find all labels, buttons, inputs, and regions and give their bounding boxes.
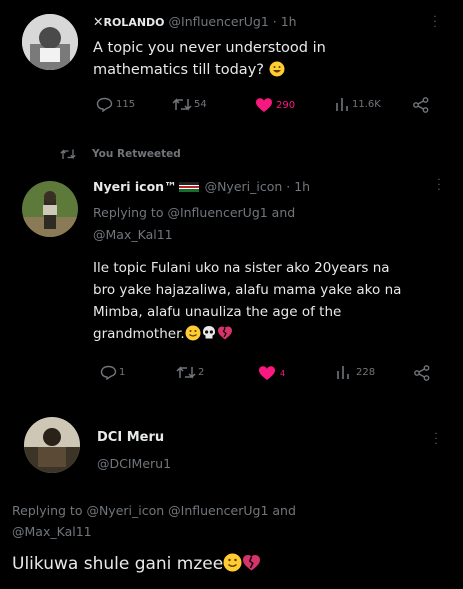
tweet2-header: Nyeri icon™ @Nyeri_icon · 1h [93,179,310,194]
retweet-banner-label: You Retweeted [92,148,181,160]
avatar-image [22,181,78,237]
replying-to-line[interactable]: Replying to @InfluencerUg1 and [93,202,295,224]
avatar-nyeri-icon[interactable] [22,181,78,237]
tweet3-replying-to: Replying to @Nyeri_icon @InfluencerUg1 a… [12,500,296,542]
heart-icon [256,98,272,112]
tweet2-author-name[interactable]: Nyeri icon™ [93,179,177,194]
like-count: 290 [276,99,296,111]
retweet-icon [172,98,192,111]
broken-heart-emoji-icon [217,326,232,340]
retweet-banner: You Retweeted [60,148,181,160]
kenya-flag-icon [178,181,199,192]
avatar-image [24,417,80,473]
tweet1-author-name[interactable]: ROLANDO [103,16,164,29]
avatar-dci-meru[interactable] [24,417,80,473]
smile-emoji-icon [223,553,242,572]
grin-emoji-icon [269,61,285,77]
avatar-rolando[interactable] [22,14,78,70]
views-count: 11.6K [352,99,381,110]
like-button[interactable]: 290 [255,97,295,113]
like-count: 4 [280,368,286,378]
reply-button[interactable]: 1 [100,365,125,380]
retweet-icon [176,366,196,379]
tweet3-text: Ulikuwa shule gani mzee [12,553,261,574]
tweet2-handle-time[interactable]: @Nyeri_icon · 1h [205,179,311,194]
views-icon [337,366,349,379]
views-button[interactable]: 228 [336,365,375,380]
reply-count: 115 [116,99,136,110]
share-button[interactable] [413,97,429,113]
reply-count: 1 [119,367,126,378]
broken-heart-emoji-icon [243,555,261,571]
replying-to-line[interactable]: Replying to @Nyeri_icon @InfluencerUg1 a… [12,500,296,521]
share-icon [413,97,429,113]
heart-icon [259,366,275,380]
tweet3-text-content: Ulikuwa shule gani mzee [12,554,224,574]
more-dots-icon[interactable]: · · · [436,176,442,196]
retweet-button[interactable]: 54 [172,97,207,112]
tweet2-text-line-4: grandmother. [93,323,401,345]
tweet1-header: ✕ROLANDO @InfluencerUg1 · 1h [93,14,297,29]
tweet3-author-name[interactable]: DCI Meru [97,430,164,445]
tweet2-replying-to: Replying to @InfluencerUg1 and @Max_Kal1… [93,202,295,246]
smile-emoji-icon [185,325,201,341]
tweet2-text: Ile topic Fulani uko na sister ako 20yea… [93,257,401,345]
avatar-image [22,14,78,70]
views-icon [336,98,348,111]
reply-icon [100,365,117,380]
like-button[interactable]: 4 [258,365,285,381]
views-count: 228 [356,367,376,378]
skull-emoji-icon [202,326,215,339]
share-button[interactable] [414,365,430,381]
views-button[interactable]: 11.6K [335,97,381,112]
more-dots-icon[interactable]: · · · [433,430,439,450]
tweet2-text-line: Ile topic Fulani uko na sister ako 20yea… [93,260,390,276]
tweet1-text-line: A topic you never understood in [93,40,326,56]
retweet-icon [60,149,76,160]
reply-button[interactable]: 115 [96,97,135,112]
retweet-count: 54 [194,99,207,110]
tweet2-text-line: Mimba, alafu unauliza the age of the [93,304,342,320]
share-icon [414,365,430,381]
tweet1-text: A topic you never understood in mathemat… [93,37,326,81]
tweet2-text-line: bro yake hajazaliwa, alafu mama yake ako… [93,282,402,298]
tweet1-handle-time[interactable]: @InfluencerUg1 · 1h [169,14,297,29]
retweet-button[interactable]: 2 [176,365,204,380]
tweet3-handle[interactable]: @DCIMeru1 [97,456,171,471]
x-logo-icon: ✕ [93,14,104,29]
tweet1-text-line-2: mathematics till today? [93,59,326,81]
retweet-count: 2 [198,367,205,378]
replying-to-line-2[interactable]: @Max_Kal11 [93,224,295,246]
replying-to-line-2[interactable]: @Max_Kal11 [12,521,296,542]
reply-icon [96,97,113,112]
more-dots-icon[interactable]: · · · [432,13,438,33]
